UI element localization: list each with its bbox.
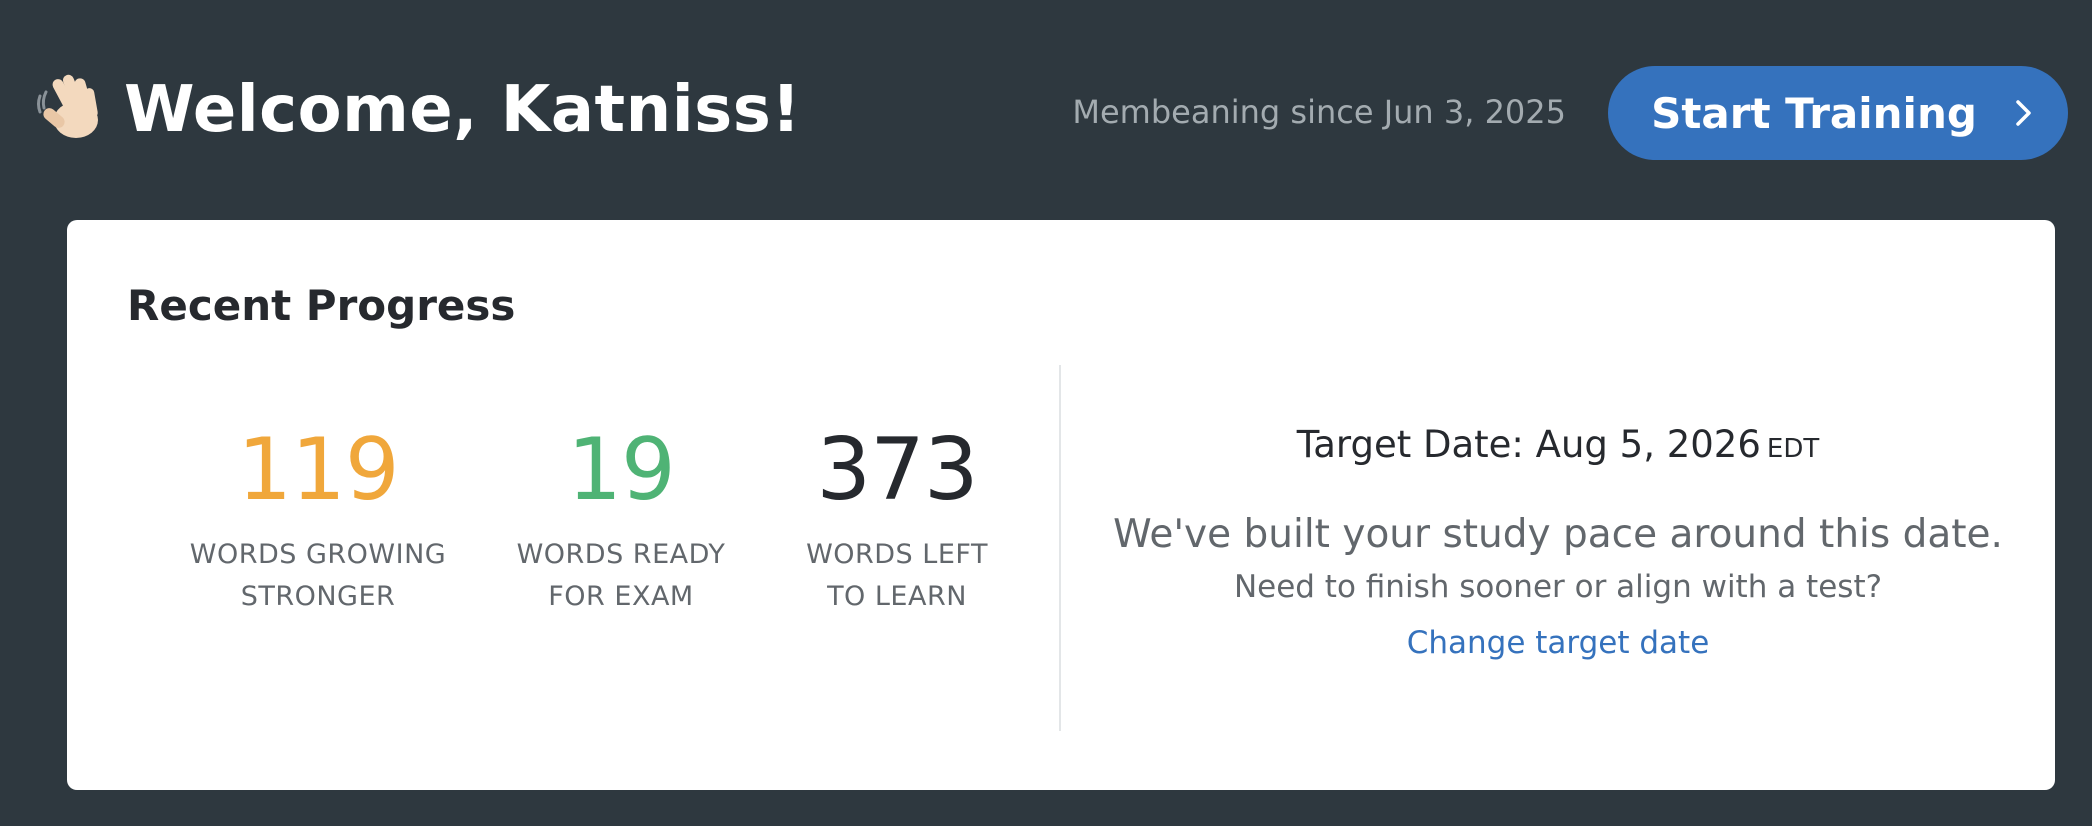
stat-value: 373 <box>816 420 978 520</box>
target-date-heading: Target Date: Aug 5, 2026 EDT <box>1061 420 2055 474</box>
recent-progress-card: Recent Progress 119 WORDS GROWING STRONG… <box>67 220 2055 790</box>
start-training-button[interactable]: Start Training <box>1608 66 2068 160</box>
stat-value: 19 <box>567 420 675 520</box>
stat-words-left: 373 WORDS LEFT TO LEARN <box>806 420 988 618</box>
target-date-label: Target Date: Aug 5, 2026 <box>1296 423 1761 466</box>
stat-value: 119 <box>237 420 399 520</box>
member-since-text: Membeaning since Jun 3, 2025 <box>1072 93 1566 131</box>
stat-label: WORDS LEFT TO LEARN <box>806 534 988 618</box>
finish-sooner-text: Need to finish sooner or align with a te… <box>1233 569 1883 605</box>
stat-label-line: WORDS LEFT <box>806 539 988 570</box>
target-date-timezone: EDT <box>1766 434 1820 464</box>
recent-progress-title: Recent Progress <box>127 281 516 330</box>
stat-words-ready: 19 WORDS READY FOR EXAM <box>517 420 726 618</box>
stat-label-line: TO LEARN <box>827 581 967 612</box>
stat-label-line: STRONGER <box>240 581 396 612</box>
stat-label: WORDS GROWING STRONGER <box>190 534 446 618</box>
change-target-date-link[interactable]: Change target date <box>1407 622 1710 664</box>
stat-label: WORDS READY FOR EXAM <box>517 534 726 618</box>
welcome-title: Welcome, Katniss! <box>124 73 801 147</box>
chevron-right-icon <box>2016 100 2031 126</box>
start-training-label: Start Training <box>1651 88 1977 138</box>
welcome-header: Welcome, Katniss! Membeaning since Jun 3… <box>0 0 2092 220</box>
waving-hand-icon <box>37 74 98 138</box>
study-pace-text: We've built your study pace around this … <box>1113 512 2003 557</box>
stat-label-line: WORDS READY <box>516 539 726 570</box>
stat-label-line: FOR EXAM <box>548 581 694 612</box>
stat-words-growing: 119 WORDS GROWING STRONGER <box>190 420 446 618</box>
stat-label-line: WORDS GROWING <box>189 539 447 570</box>
target-date-section: Target Date: Aug 5, 2026 EDT We've built … <box>1061 420 2055 664</box>
